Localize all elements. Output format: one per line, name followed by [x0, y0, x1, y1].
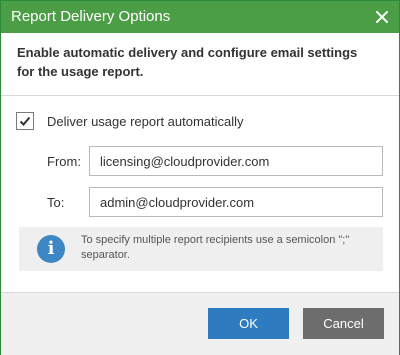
auto-delivery-label[interactable]: Deliver usage report automatically: [47, 114, 244, 130]
ok-button[interactable]: OK: [208, 308, 289, 339]
report-delivery-dialog: Report Delivery Options Enable automatic…: [0, 0, 400, 355]
to-email-field[interactable]: [89, 187, 383, 217]
info-icon: i: [37, 235, 65, 263]
dialog-footer: OK Cancel: [1, 292, 399, 355]
from-label: From:: [47, 154, 81, 169]
title-bar: Report Delivery Options: [1, 1, 399, 33]
header-description: Enable automatic delivery and configure …: [17, 45, 358, 79]
info-text: To specify multiple report recipients us…: [81, 234, 350, 261]
auto-delivery-checkbox[interactable]: [16, 112, 34, 130]
checkmark-icon: [19, 116, 31, 126]
dialog-body: Deliver usage report automatically From:…: [1, 96, 399, 292]
to-label: To:: [47, 195, 65, 210]
info-box: i To specify multiple report recipients …: [19, 227, 383, 271]
dialog-title: Report Delivery Options: [11, 8, 171, 25]
from-email-field[interactable]: [89, 146, 383, 176]
close-icon: [376, 11, 388, 23]
cancel-button[interactable]: Cancel: [303, 308, 384, 339]
dialog-header: Enable automatic delivery and configure …: [1, 33, 399, 96]
close-button[interactable]: [369, 4, 395, 30]
